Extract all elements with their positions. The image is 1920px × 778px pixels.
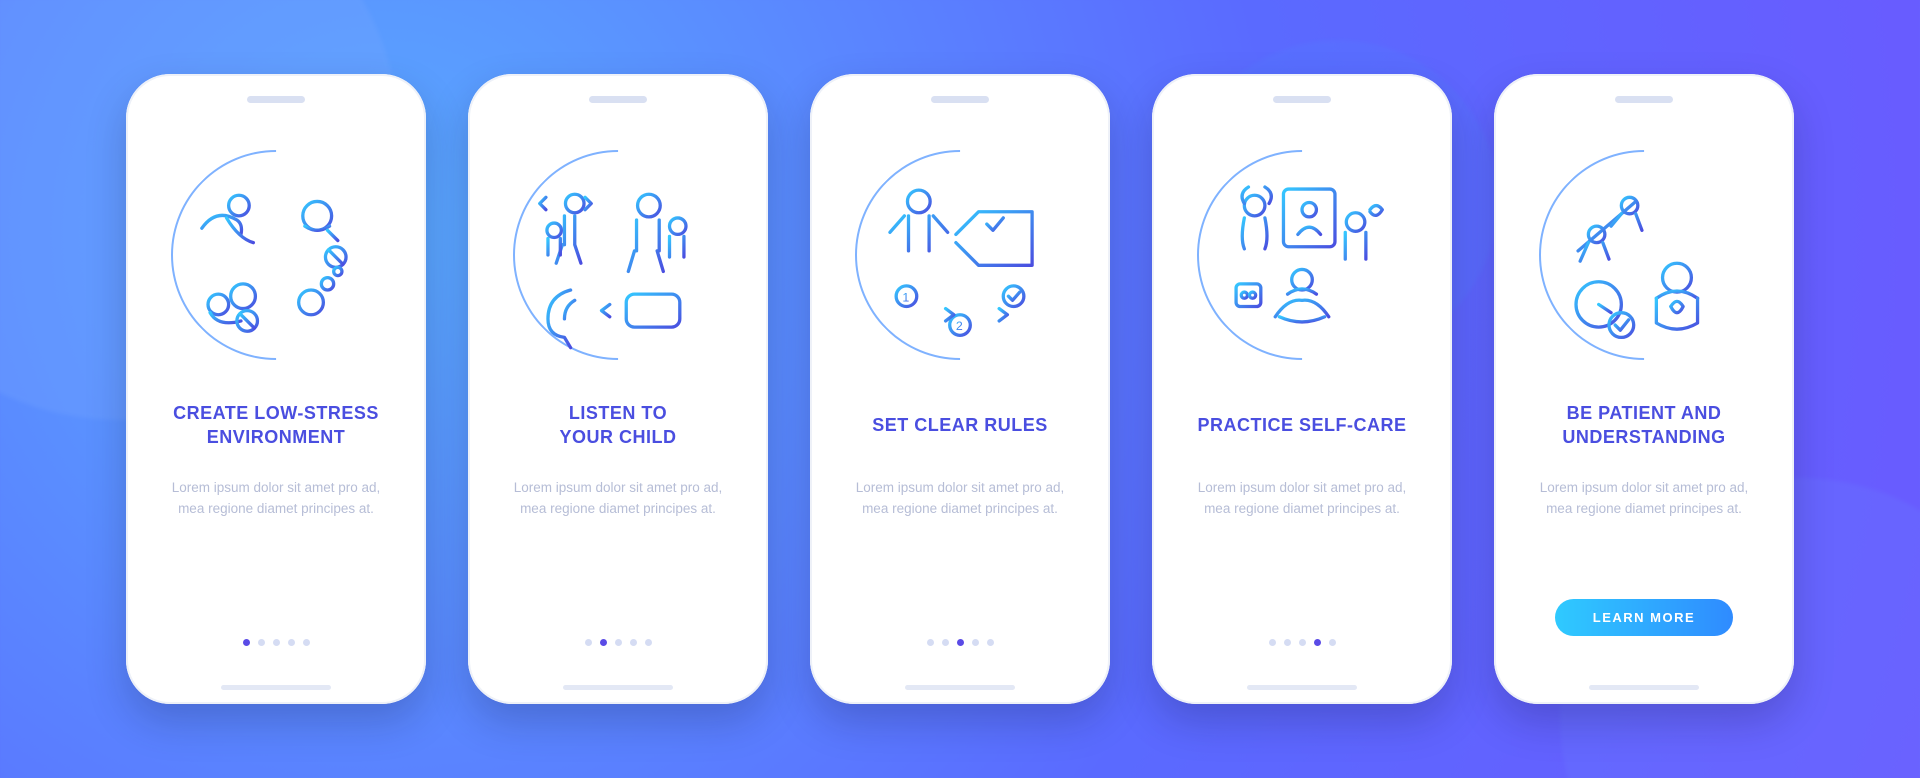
dot[interactable]: [927, 639, 934, 646]
clear-rules-icon: 1 2: [812, 107, 1109, 404]
screen-heading: LISTEN TO YOUR CHILD: [554, 400, 683, 450]
dot[interactable]: [972, 639, 979, 646]
phone-row: CREATE LOW-STRESS ENVIRONMENT Lorem ipsu…: [126, 74, 1794, 704]
screen-body: Lorem ipsum dolor sit amet pro ad, mea r…: [842, 478, 1078, 542]
listen-child-icon: [470, 107, 767, 404]
svg-text:2: 2: [956, 319, 963, 333]
self-care-icon: [1154, 107, 1451, 404]
patient-icon: [1496, 107, 1793, 404]
dot[interactable]: [615, 639, 622, 646]
page-dots: [243, 639, 310, 668]
screen-body: Lorem ipsum dolor sit amet pro ad, mea r…: [158, 478, 394, 542]
svg-text:1: 1: [902, 290, 909, 304]
screen-body: Lorem ipsum dolor sit amet pro ad, mea r…: [500, 478, 736, 542]
dot[interactable]: [1269, 639, 1276, 646]
dot[interactable]: [600, 639, 607, 646]
page-dots: [585, 639, 652, 668]
low-stress-icon: [128, 107, 425, 404]
dot[interactable]: [1314, 639, 1321, 646]
dot[interactable]: [258, 639, 265, 646]
dot[interactable]: [645, 639, 652, 646]
page-dots: [927, 639, 994, 668]
dot[interactable]: [303, 639, 310, 646]
screen-body: Lorem ipsum dolor sit amet pro ad, mea r…: [1184, 478, 1420, 542]
dot[interactable]: [1299, 639, 1306, 646]
screen-heading: CREATE LOW-STRESS ENVIRONMENT: [167, 400, 385, 450]
dot[interactable]: [942, 639, 949, 646]
onboarding-screen-4: PRACTICE SELF-CARE Lorem ipsum dolor sit…: [1152, 74, 1452, 704]
dot[interactable]: [1284, 639, 1291, 646]
dot[interactable]: [957, 639, 964, 646]
onboarding-screen-3: 1 2 SET CLEAR RULES Lorem ipsum dolor si…: [810, 74, 1110, 704]
screen-heading: BE PATIENT AND UNDERSTANDING: [1556, 400, 1731, 450]
dot[interactable]: [987, 639, 994, 646]
dot[interactable]: [243, 639, 250, 646]
page-dots: [1269, 639, 1336, 668]
dot[interactable]: [585, 639, 592, 646]
onboarding-screen-1: CREATE LOW-STRESS ENVIRONMENT Lorem ipsu…: [126, 74, 426, 704]
onboarding-screen-2: LISTEN TO YOUR CHILD Lorem ipsum dolor s…: [468, 74, 768, 704]
dot[interactable]: [630, 639, 637, 646]
learn-more-button[interactable]: LEARN MORE: [1555, 599, 1733, 636]
dot[interactable]: [1329, 639, 1336, 646]
onboarding-screen-5: BE PATIENT AND UNDERSTANDING Lorem ipsum…: [1494, 74, 1794, 704]
screen-body: Lorem ipsum dolor sit amet pro ad, mea r…: [1526, 478, 1762, 542]
dot[interactable]: [288, 639, 295, 646]
screen-heading: PRACTICE SELF-CARE: [1191, 400, 1412, 450]
dot[interactable]: [273, 639, 280, 646]
screen-heading: SET CLEAR RULES: [866, 400, 1054, 450]
